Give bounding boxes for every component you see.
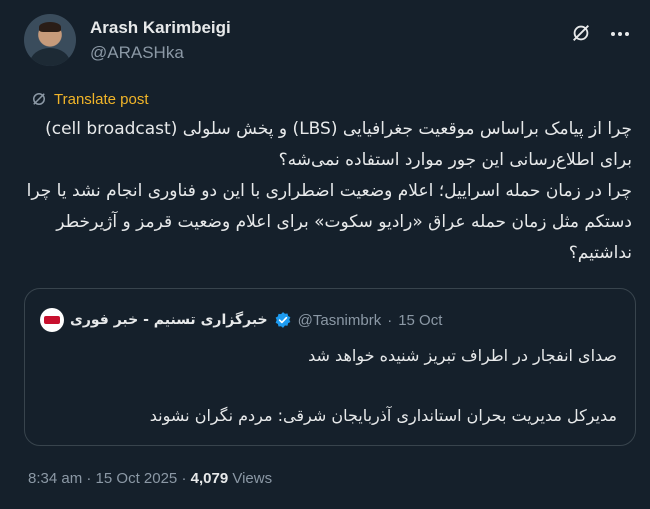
post-date[interactable]: 15 Oct 2025 [96,470,178,487]
quote-header: خبرگزاری تسنیم - خبر فوری @Tasnimbrk · 1… [40,308,620,332]
quote-author-name[interactable]: خبرگزاری تسنیم - خبر فوری [70,312,268,328]
footer-separator: · [86,470,92,487]
translate-icon [33,93,45,105]
tweet-footer: 8:34 am · 15 Oct 2025 · 4,079 Views [28,470,272,487]
verified-badge-icon [275,312,290,328]
views-label: Views [232,470,273,487]
grok-icon[interactable] [570,22,592,44]
quote-author-handle[interactable]: @Tasnimbrk [298,312,382,329]
quote-text: صدای انفجار در اطراف تبریز شنیده خواهد ش… [149,346,617,425]
translate-post-link[interactable]: Translate post [30,90,149,108]
author-handle[interactable]: @ARASHka [90,43,184,63]
quote-avatar[interactable] [40,308,64,332]
quote-separator: · [387,311,393,329]
tweet-text: چرا از پیامک براساس موقعیت جغرافیایی (LB… [26,119,632,263]
avatar[interactable] [24,14,76,66]
footer-separator: · [181,470,187,487]
author-name[interactable]: Arash Karimbeigi [90,18,231,38]
post-time[interactable]: 8:34 am [28,470,82,487]
more-icon[interactable] [608,22,632,46]
translate-label: Translate post [54,90,149,108]
quote-date[interactable]: 15 Oct [398,312,442,329]
views-count[interactable]: 4,079 [191,470,229,487]
quoted-post[interactable]: خبرگزاری تسنیم - خبر فوری @Tasnimbrk · 1… [24,288,636,446]
tweet-header: Arash Karimbeigi @ARASHka [24,12,634,68]
